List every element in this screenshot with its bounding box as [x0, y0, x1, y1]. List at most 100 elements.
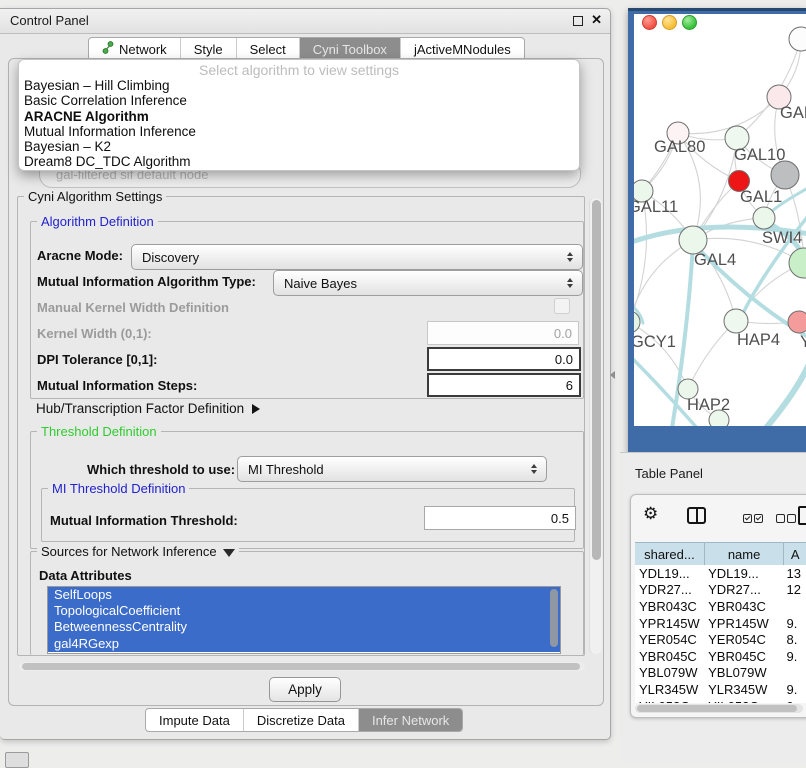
which-threshold-combo[interactable]: MI Threshold: [237, 456, 547, 482]
attribute-item[interactable]: gal4RGexp: [48, 636, 560, 652]
settings-gear-icon[interactable]: ⚙: [643, 505, 658, 522]
show-columns-icon[interactable]: [743, 510, 765, 528]
aracne-mode-combo[interactable]: Discovery: [131, 244, 583, 270]
dpi-tolerance-value: 0.0: [555, 352, 573, 367]
table-row[interactable]: YBL079WYBL079W: [635, 665, 806, 682]
hide-columns-icon[interactable]: [776, 510, 798, 528]
corner-button[interactable]: [5, 752, 29, 768]
list-scrollbar-thumb[interactable]: [550, 589, 558, 647]
combo-stepper-icon: [567, 252, 573, 262]
column-header-3[interactable]: A: [784, 543, 806, 565]
tab-style[interactable]: Style: [181, 38, 237, 60]
splitter-collapse-arrow[interactable]: [610, 371, 615, 379]
table-row[interactable]: YDL19...YDL19...13: [635, 565, 806, 582]
attribute-item[interactable]: BetweennessCentrality: [48, 619, 560, 635]
network-highlight-edge[interactable]: [766, 366, 806, 426]
table-cell: 9.: [783, 649, 806, 664]
table-cell: YLR345W: [635, 682, 704, 697]
node-label-gal1: GAL1: [740, 188, 782, 206]
kernel-width-field[interactable]: 0.0: [427, 321, 579, 345]
attribute-item[interactable]: SelfLoops: [48, 587, 560, 603]
network-graph[interactable]: GALGAL80GAL10GAL11GAL1SWI4GAL4GCY1HAP4YH…: [634, 14, 806, 426]
network-node-swi4[interactable]: [789, 248, 806, 278]
table-row[interactable]: YLR345WYLR345W9.: [635, 681, 806, 698]
manual-kernel-checkbox[interactable]: [554, 298, 570, 314]
cyni-algorithm-settings-group: Cyni Algorithm Settings Algorithm Defini…: [17, 196, 585, 656]
table-container: ⚙ shared...nameA YDL19...YDL19...13YDR27…: [630, 494, 806, 718]
algorithm-option[interactable]: Bayesian – K2: [19, 139, 579, 154]
table-cell: YPR145W: [704, 616, 782, 631]
algorithm-definition-title: Algorithm Definition: [37, 214, 158, 229]
float-window-icon[interactable]: [573, 16, 583, 26]
tab-network[interactable]: Network: [89, 38, 181, 60]
network-edge[interactable]: [678, 97, 779, 134]
network-node-gal4[interactable]: [679, 226, 707, 254]
manual-kernel-label: Manual Kernel Width Definition: [37, 300, 229, 315]
algorithm-option[interactable]: Basic Correlation Inference: [19, 93, 579, 108]
network-node-topright[interactable]: [789, 27, 806, 51]
table-horizontal-scrollbar[interactable]: [635, 704, 803, 713]
table-cell: YLR345W: [704, 682, 782, 697]
network-view-window[interactable]: GALGAL80GAL10GAL11GAL1SWI4GAL4GCY1HAP4YH…: [628, 8, 806, 455]
data-attributes-list[interactable]: SelfLoopsTopologicalCoefficientBetweenne…: [47, 586, 561, 654]
tab-discretize-data[interactable]: Discretize Data: [244, 709, 359, 731]
vertical-scrollbar-thumb[interactable]: [592, 200, 601, 560]
tab-jactivemnodules[interactable]: jActiveMNodules: [401, 38, 524, 60]
apply-button[interactable]: Apply: [269, 677, 341, 702]
table-row[interactable]: YBR043CYBR043C: [635, 598, 806, 615]
algorithm-option[interactable]: ARACNE Algorithm: [19, 109, 579, 124]
threshold-definition-title: Threshold Definition: [37, 424, 161, 439]
tab-label: Style: [194, 42, 223, 57]
hub-factor-expander[interactable]: Hub/Transcription Factor Definition: [36, 401, 260, 416]
settings-horizontal-scrollbar[interactable]: [19, 662, 585, 671]
table-cell: YBR043C: [704, 599, 782, 614]
algorithm-popup-list: Bayesian – Hill ClimbingBasic Correlatio…: [19, 78, 579, 170]
tab-label: jActiveMNodules: [414, 42, 511, 57]
tab-label: Infer Network: [372, 713, 449, 728]
horizontal-scrollbar-thumb[interactable]: [22, 663, 580, 670]
table-row[interactable]: YPR145WYPR145W9.: [635, 615, 806, 632]
table-row[interactable]: YBR045CYBR045C9.: [635, 648, 806, 665]
hub-factor-label: Hub/Transcription Factor Definition: [36, 401, 244, 416]
tab-impute-data[interactable]: Impute Data: [146, 709, 244, 731]
network-node-hap4[interactable]: [724, 309, 748, 333]
table-row[interactable]: YDR27...YDR27...12: [635, 582, 806, 599]
algorithm-option[interactable]: Bayesian – Hill Climbing: [19, 78, 579, 93]
mi-steps-field[interactable]: 6: [427, 373, 581, 397]
tab-select[interactable]: Select: [237, 38, 300, 60]
attribute-item[interactable]: TopologicalCoefficient: [48, 603, 560, 619]
column-header-1[interactable]: shared...: [635, 543, 705, 565]
control-panel-titlebar: Control Panel ✕: [0, 9, 610, 34]
tab-infer-network[interactable]: Infer Network: [359, 709, 462, 731]
close-icon[interactable]: ✕: [591, 12, 602, 28]
column-header-2[interactable]: name: [705, 543, 785, 565]
table-scrollbar-thumb[interactable]: [637, 705, 797, 712]
network-node-gal1[interactable]: [753, 207, 775, 229]
sources-group-title[interactable]: Sources for Network Inference: [37, 544, 239, 559]
algorithm-option[interactable]: Mutual Information Inference: [19, 124, 579, 139]
mi-threshold-field[interactable]: 0.5: [424, 506, 576, 530]
settings-vertical-scrollbar[interactable]: [589, 198, 602, 654]
dpi-tolerance-field[interactable]: 0.0: [427, 347, 581, 371]
table-row[interactable]: YER054CYER054C8.: [635, 631, 806, 648]
window-title: Control Panel: [10, 13, 89, 28]
tab-cyni-toolbox[interactable]: Cyni Toolbox: [300, 38, 401, 60]
split-columns-icon[interactable]: [687, 507, 706, 524]
network-node-salmon[interactable]: [788, 311, 806, 333]
network-canvas[interactable]: GALGAL80GAL10GAL11GAL1SWI4GAL4GCY1HAP4YH…: [634, 14, 806, 426]
algorithm-option[interactable]: Dream8 DC_TDC Algorithm: [19, 154, 579, 169]
table-row[interactable]: YIL052CYIL052C9: [635, 698, 806, 703]
mi-algorithm-type-combo[interactable]: Naive Bayes: [273, 270, 583, 296]
node-label-gal4: GAL4: [694, 251, 736, 269]
tab-label: Select: [250, 42, 286, 57]
network-edge[interactable]: [634, 240, 693, 322]
table-panel-dock: Table Panel ⚙ shared...nameA YDL19...YDL…: [620, 452, 806, 763]
network-node-gray[interactable]: [771, 161, 799, 189]
table-cell: YBR045C: [704, 649, 782, 664]
network-edge[interactable]: [737, 39, 801, 138]
cyni-algorithm-settings-title: Cyni Algorithm Settings: [24, 189, 166, 204]
export-table-icon[interactable]: [798, 506, 806, 525]
kernel-width-value: 0.0: [554, 326, 572, 341]
table-cell: 9.: [783, 682, 806, 697]
algorithm-definition-group: Algorithm Definition Aracne Mode: Discov…: [30, 221, 584, 399]
